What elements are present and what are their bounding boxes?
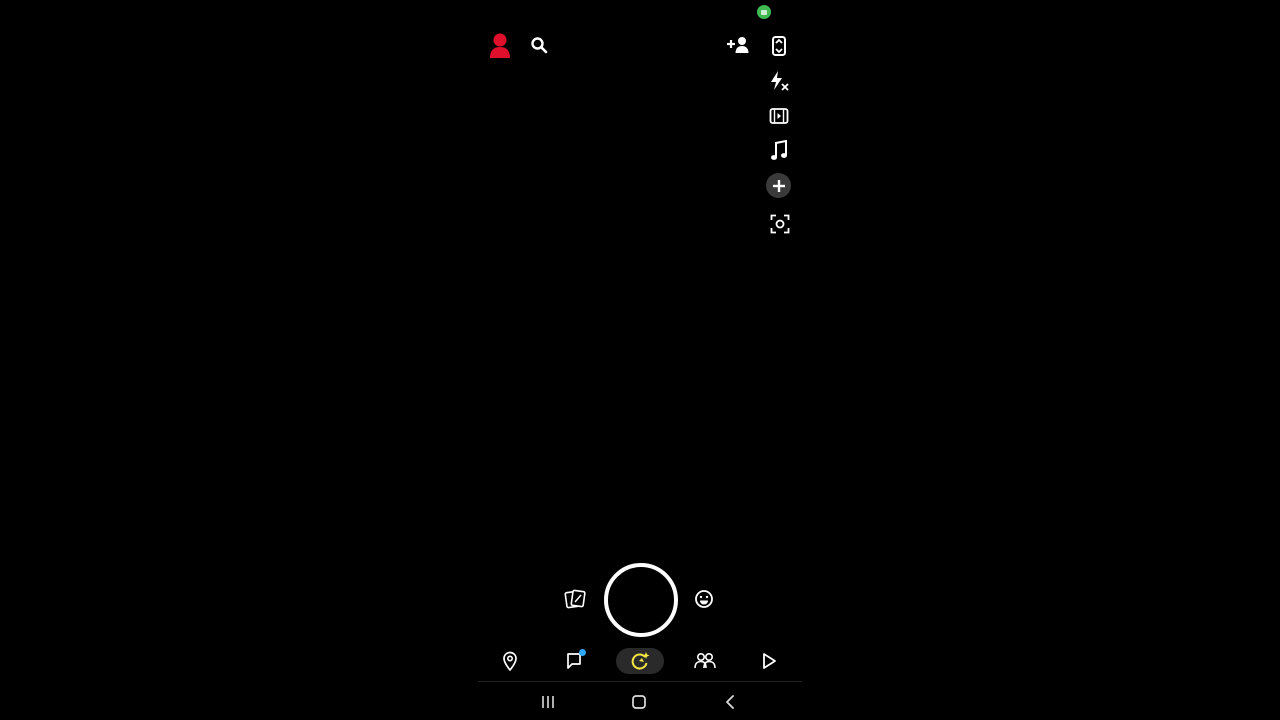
profile-avatar-icon: [490, 33, 510, 58]
music-button[interactable]: [765, 137, 793, 165]
system-back-button[interactable]: [716, 688, 744, 716]
nav-spotlight[interactable]: [755, 647, 783, 675]
shutter-button[interactable]: [604, 563, 678, 637]
nav-camera[interactable]: [626, 647, 654, 675]
recent-apps-icon: [542, 696, 554, 708]
nav-divider: [478, 681, 802, 682]
flash-off-icon: [771, 71, 789, 91]
map-pin-icon: [503, 651, 517, 671]
lenses-button[interactable]: [690, 585, 718, 613]
flip-camera-icon: [772, 36, 786, 56]
memories-icon: [564, 589, 586, 609]
screen: [0, 0, 1280, 720]
search-button[interactable]: [525, 31, 553, 59]
lenses-emoji-icon: [695, 590, 713, 608]
flash-toggle-button[interactable]: [765, 67, 793, 95]
play-icon: [763, 653, 776, 669]
system-home-button[interactable]: [625, 688, 653, 716]
camera-view[interactable]: [478, 0, 802, 720]
video-timeline-button[interactable]: [765, 102, 793, 130]
home-icon: [632, 695, 646, 709]
more-tools-button[interactable]: [766, 173, 791, 198]
scan-icon: [770, 214, 790, 234]
chat-notification-dot: [579, 649, 586, 656]
plus-icon: [772, 179, 785, 192]
back-icon: [726, 695, 734, 709]
nav-map[interactable]: [496, 647, 524, 675]
add-friend-icon: [727, 37, 749, 53]
video-timeline-icon: [769, 108, 789, 124]
memories-button[interactable]: [561, 585, 589, 613]
friends-icon: [694, 652, 716, 669]
system-recent-apps-button[interactable]: [534, 688, 562, 716]
camera-in-use-indicator-icon: [757, 5, 771, 19]
scan-button[interactable]: [766, 210, 794, 238]
add-friend-button[interactable]: [724, 31, 752, 59]
camera-sparkle-icon: [631, 652, 650, 670]
music-note-icon: [771, 140, 787, 160]
nav-friends[interactable]: [691, 647, 719, 675]
flip-camera-button[interactable]: [765, 32, 793, 60]
search-icon: [531, 37, 548, 54]
profile-avatar-button[interactable]: [486, 31, 514, 59]
